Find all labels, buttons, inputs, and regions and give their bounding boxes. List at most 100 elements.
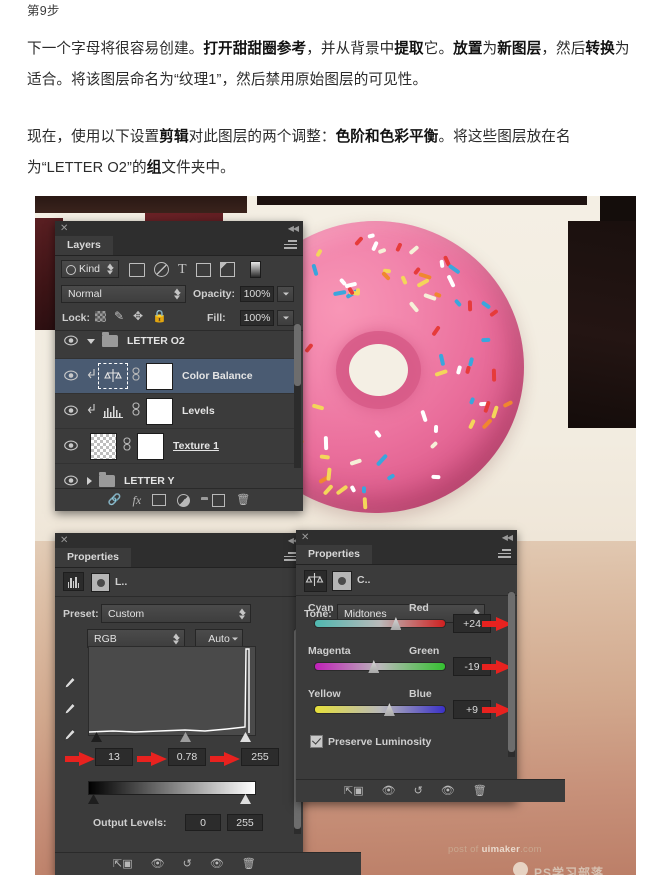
- cb-panel-tabbar[interactable]: Properties: [296, 545, 517, 565]
- gray-point-eyedropper[interactable]: [63, 702, 76, 715]
- filter-stepper[interactable]: [107, 263, 114, 275]
- input-black-slider[interactable]: [91, 732, 102, 742]
- lock-image-icon[interactable]: ✎: [114, 310, 126, 322]
- group-disclosure-triangle[interactable]: [87, 477, 92, 485]
- blend-opacity-row[interactable]: Normal Opacity: 100%: [55, 282, 303, 306]
- layer-mask-thumbnail[interactable]: [146, 362, 173, 390]
- cb-panel-footer[interactable]: ⇱▣ 👁 ↺ 👁 🗑: [296, 779, 565, 802]
- levels-panel-titlebar[interactable]: ✕ ◀◀: [55, 533, 303, 548]
- color-balance-sliders[interactable]: Cyan Red +24 Magenta Green -19 Yellow Blue +9: [296, 602, 517, 731]
- preserve-luminosity-row[interactable]: Preserve Luminosity: [296, 733, 517, 753]
- add-mask-icon[interactable]: [152, 494, 167, 506]
- slider-knob[interactable]: [368, 660, 380, 673]
- cb-scrollbar[interactable]: [508, 592, 515, 757]
- cb-slider-magenta-green[interactable]: Magenta Green -19: [296, 645, 517, 688]
- tab-properties-levels[interactable]: Properties: [55, 548, 131, 567]
- cb-panel-titlebar[interactable]: ✕ ◀◀: [296, 530, 517, 545]
- slider-track[interactable]: [314, 703, 446, 716]
- layer-link-icon[interactable]: [123, 436, 131, 456]
- layer-visibility-icon[interactable]: [64, 475, 78, 486]
- input-levels-sliders[interactable]: [88, 732, 254, 743]
- lock-all-icon[interactable]: 🔒: [152, 310, 167, 322]
- toggle-visibility-icon[interactable]: 👁: [441, 785, 455, 797]
- reset-icon[interactable]: ↺: [414, 785, 423, 797]
- layers-scrollbar[interactable]: [294, 324, 301, 468]
- layer-filter-row[interactable]: Kind T: [55, 256, 303, 282]
- input-gamma-slider[interactable]: [180, 732, 191, 742]
- delete-adjustment-icon[interactable]: 🗑: [473, 785, 487, 797]
- black-point-eyedropper[interactable]: [63, 676, 76, 689]
- delete-layer-icon[interactable]: 🗑: [236, 494, 250, 506]
- pixel-layer-icon[interactable]: [129, 262, 145, 277]
- smart-object-icon[interactable]: [219, 262, 235, 277]
- layer-visibility-icon[interactable]: [64, 405, 78, 416]
- layer-row-texture-1[interactable]: Texture 1: [55, 429, 296, 464]
- cb-slider-yellow-blue[interactable]: Yellow Blue +9: [296, 688, 517, 731]
- cb-slider-cyan-red[interactable]: Cyan Red +24: [296, 602, 517, 645]
- blend-mode-stepper[interactable]: [174, 288, 181, 300]
- layer-kind-filter[interactable]: Kind: [61, 260, 119, 278]
- layer-visibility-icon[interactable]: [64, 440, 78, 451]
- lock-position-icon[interactable]: ✥: [133, 310, 143, 322]
- collapse-icon[interactable]: ◀◀: [288, 223, 299, 234]
- levels-panel-tabbar[interactable]: Properties: [55, 548, 303, 568]
- opacity-dropdown-arrow[interactable]: [277, 286, 294, 302]
- preview-previous-icon[interactable]: 👁: [382, 785, 396, 797]
- group-disclosure-triangle[interactable]: [87, 338, 95, 344]
- input-white-slider[interactable]: [240, 732, 251, 742]
- layers-scrollbar-thumb[interactable]: [294, 324, 301, 386]
- panel-menu-icon[interactable]: [284, 240, 297, 250]
- new-layer-icon[interactable]: [212, 493, 226, 507]
- preset-row[interactable]: Preset: Custom: [55, 601, 303, 627]
- layer-visibility-icon[interactable]: [64, 370, 78, 381]
- slider-track[interactable]: [314, 660, 446, 673]
- panel-menu-icon[interactable]: [498, 549, 511, 559]
- type-layer-icon[interactable]: T: [178, 263, 187, 277]
- output-black-value[interactable]: 0: [185, 814, 221, 831]
- levels-properties-panel[interactable]: ✕ ◀◀ Properties L.. Preset: Custom RGB A…: [55, 533, 361, 875]
- adjustment-layer-icon[interactable]: [154, 262, 169, 277]
- input-white-value[interactable]: 255: [241, 748, 279, 766]
- clip-to-layer-icon[interactable]: ⇱▣: [113, 858, 133, 870]
- layers-panel-footer[interactable]: 🔗 fx 🗑: [55, 488, 303, 511]
- preview-previous-icon[interactable]: 👁: [151, 858, 165, 870]
- output-levels-sliders[interactable]: [88, 794, 254, 805]
- opacity-value[interactable]: 100%: [240, 286, 274, 302]
- layers-panel-tabbar[interactable]: Layers: [55, 236, 303, 256]
- channel-stepper[interactable]: [173, 633, 180, 644]
- eyedropper-group[interactable]: [63, 676, 76, 741]
- mask-thumbnail-icon[interactable]: [91, 573, 110, 592]
- shape-layer-icon[interactable]: [195, 262, 211, 277]
- layer-mask-thumbnail[interactable]: [137, 432, 164, 460]
- color-balance-properties-panel[interactable]: ✕ ◀◀ Properties C.. Tone: Midtones Cyan R…: [296, 530, 565, 802]
- cb-scrollbar-thumb[interactable]: [508, 592, 515, 752]
- output-white-value[interactable]: 255: [227, 814, 263, 831]
- preset-stepper[interactable]: [239, 608, 246, 619]
- layer-style-fx-icon[interactable]: fx: [133, 494, 142, 506]
- delete-adjustment-icon[interactable]: 🗑: [242, 858, 256, 870]
- layers-panel[interactable]: ✕ ◀◀ Layers Kind T Normal Opacity: 100% …: [55, 221, 303, 511]
- levels-histogram[interactable]: [88, 646, 256, 736]
- tab-layers[interactable]: Layers: [55, 236, 113, 255]
- input-gamma-value[interactable]: 0.78: [168, 748, 206, 766]
- preserve-luminosity-checkbox[interactable]: [310, 735, 323, 748]
- layer-row-letter-o2[interactable]: LETTER O2: [55, 324, 296, 359]
- reset-icon[interactable]: ↺: [183, 858, 192, 870]
- toggle-visibility-icon[interactable]: 👁: [210, 858, 224, 870]
- levels-panel-footer[interactable]: ⇱▣ 👁 ↺ 👁 🗑: [55, 852, 361, 875]
- lock-transparency-icon[interactable]: [95, 311, 106, 322]
- new-adjustment-icon[interactable]: [177, 493, 191, 507]
- tab-properties-color-balance[interactable]: Properties: [296, 545, 372, 564]
- close-icon[interactable]: ✕: [301, 531, 309, 544]
- layer-mask-thumbnail[interactable]: [146, 397, 173, 425]
- link-layers-icon[interactable]: 🔗: [108, 494, 122, 506]
- white-point-eyedropper[interactable]: [63, 728, 76, 741]
- slider-track[interactable]: [314, 617, 446, 630]
- slider-knob[interactable]: [383, 703, 395, 716]
- preset-select[interactable]: Custom: [101, 604, 251, 623]
- layer-list[interactable]: LETTER O2 Color Balance Levels Texture 1 LET…: [55, 324, 296, 499]
- layer-link-icon[interactable]: [132, 401, 140, 421]
- blend-mode-select[interactable]: Normal: [61, 285, 186, 303]
- close-icon[interactable]: ✕: [60, 534, 68, 547]
- output-black-slider[interactable]: [88, 794, 99, 804]
